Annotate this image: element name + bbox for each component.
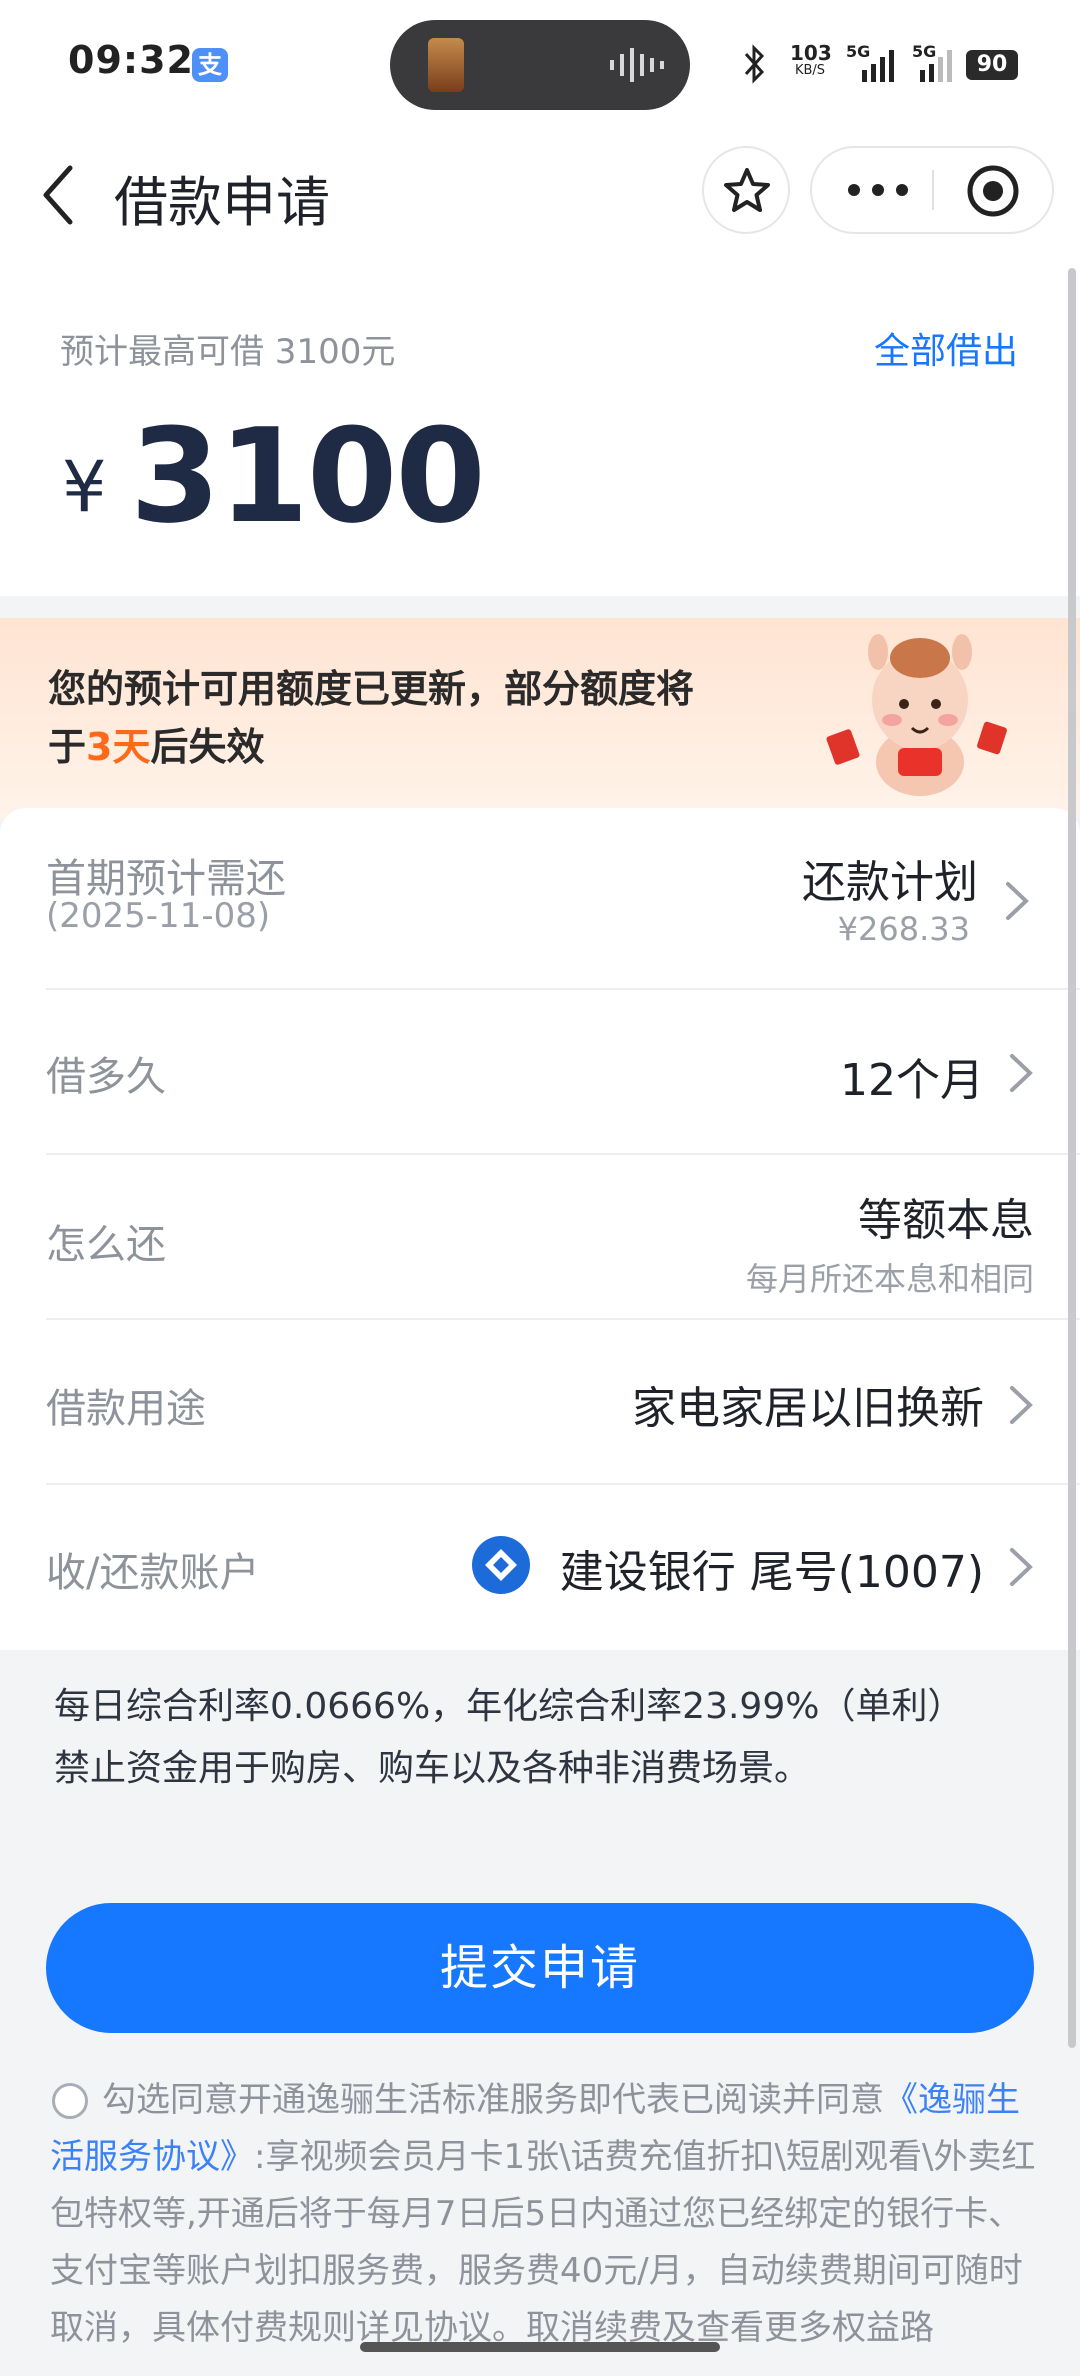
- star-icon: [724, 168, 770, 212]
- battery-icon: 90: [966, 50, 1018, 80]
- max-borrow-text: 预计最高可借 3100元: [60, 332, 396, 372]
- ccb-bank-logo-icon: [472, 1536, 530, 1594]
- scrollbar[interactable]: [1068, 268, 1076, 2048]
- repay-plan-link[interactable]: 还款计划: [802, 846, 978, 910]
- media-thumbnail: [428, 38, 464, 92]
- row-divider: [46, 1318, 1080, 1320]
- net-speed: 103 KB/S: [790, 41, 832, 80]
- signal-icon-2: [920, 50, 952, 82]
- signal-icon: [862, 50, 894, 82]
- back-icon[interactable]: [36, 160, 84, 230]
- chevron-right-icon: [1010, 1386, 1033, 1424]
- first-repay-date: (2025-11-08): [46, 896, 271, 936]
- method-label: 怎么还: [46, 1222, 166, 1268]
- account-label: 收/还款账户: [46, 1550, 260, 1596]
- row-divider: [46, 1483, 1080, 1485]
- rate-info-line2: 禁止资金用于购房、购车以及各种非消费场景。: [54, 1748, 811, 1789]
- net-speed-value: 103: [790, 41, 832, 65]
- term-value[interactable]: 12个月: [840, 1044, 984, 1108]
- notice-days-highlight: 3天: [86, 725, 151, 769]
- close-target-icon[interactable]: [966, 164, 1020, 218]
- bluetooth-icon: [744, 44, 765, 84]
- favorite-button[interactable]: [702, 146, 790, 234]
- row-divider: [46, 988, 1080, 990]
- chevron-right-icon: [1010, 1054, 1033, 1092]
- rate-info-line1: 每日综合利率0.0666%，年化综合利率23.99%（单利）: [54, 1686, 964, 1727]
- method-hint: 每月所还本息和相同: [745, 1260, 1034, 1298]
- audio-wave-icon: [610, 48, 664, 82]
- borrow-amount-input[interactable]: 3100: [130, 400, 486, 552]
- notice-text-after: 后失效: [150, 725, 265, 769]
- first-repay-amount: ¥268.33: [837, 910, 970, 948]
- net-speed-unit: KB/S: [794, 63, 826, 78]
- method-value: 等额本息: [858, 1195, 1034, 1246]
- term-label: 借多久: [46, 1054, 166, 1100]
- horse-mascot-icon: [826, 634, 1007, 796]
- currency-symbol: ¥: [62, 446, 107, 528]
- submit-button[interactable]: 提交申请: [46, 1903, 1034, 2033]
- borrow-all-button[interactable]: 全部借出: [874, 322, 1018, 374]
- more-icon[interactable]: [846, 180, 910, 200]
- home-indicator[interactable]: [360, 2342, 720, 2352]
- chevron-right-icon: [1010, 1548, 1033, 1586]
- purpose-value[interactable]: 家电家居以旧换新: [632, 1372, 984, 1436]
- alipay-badge-icon: 支: [192, 48, 228, 82]
- agreement-text: 勾选同意开通逸骊生活标准服务即代表已阅读并同意《逸骊生活服务协议》:享视频会员月…: [50, 2072, 1036, 2357]
- status-time: 09:32: [68, 38, 194, 82]
- rate-info: 每日综合利率0.0666%，年化综合利率23.99%（单利） 禁止资金用于购房、…: [54, 1676, 1044, 1800]
- page-title: 借款申请: [114, 171, 330, 234]
- capsule-divider: [932, 170, 934, 210]
- row-divider: [46, 1153, 1080, 1155]
- account-value[interactable]: 建设银行 尾号(1007): [560, 1536, 984, 1600]
- quota-notice-text: 您的预计可用额度已更新，部分额度将于3天后失效: [48, 660, 728, 776]
- purpose-label: 借款用途: [46, 1386, 206, 1432]
- agreement-prefix: 勾选同意开通逸骊生活标准服务即代表已阅读并同意: [102, 2080, 884, 2120]
- chevron-right-icon: [1006, 882, 1029, 920]
